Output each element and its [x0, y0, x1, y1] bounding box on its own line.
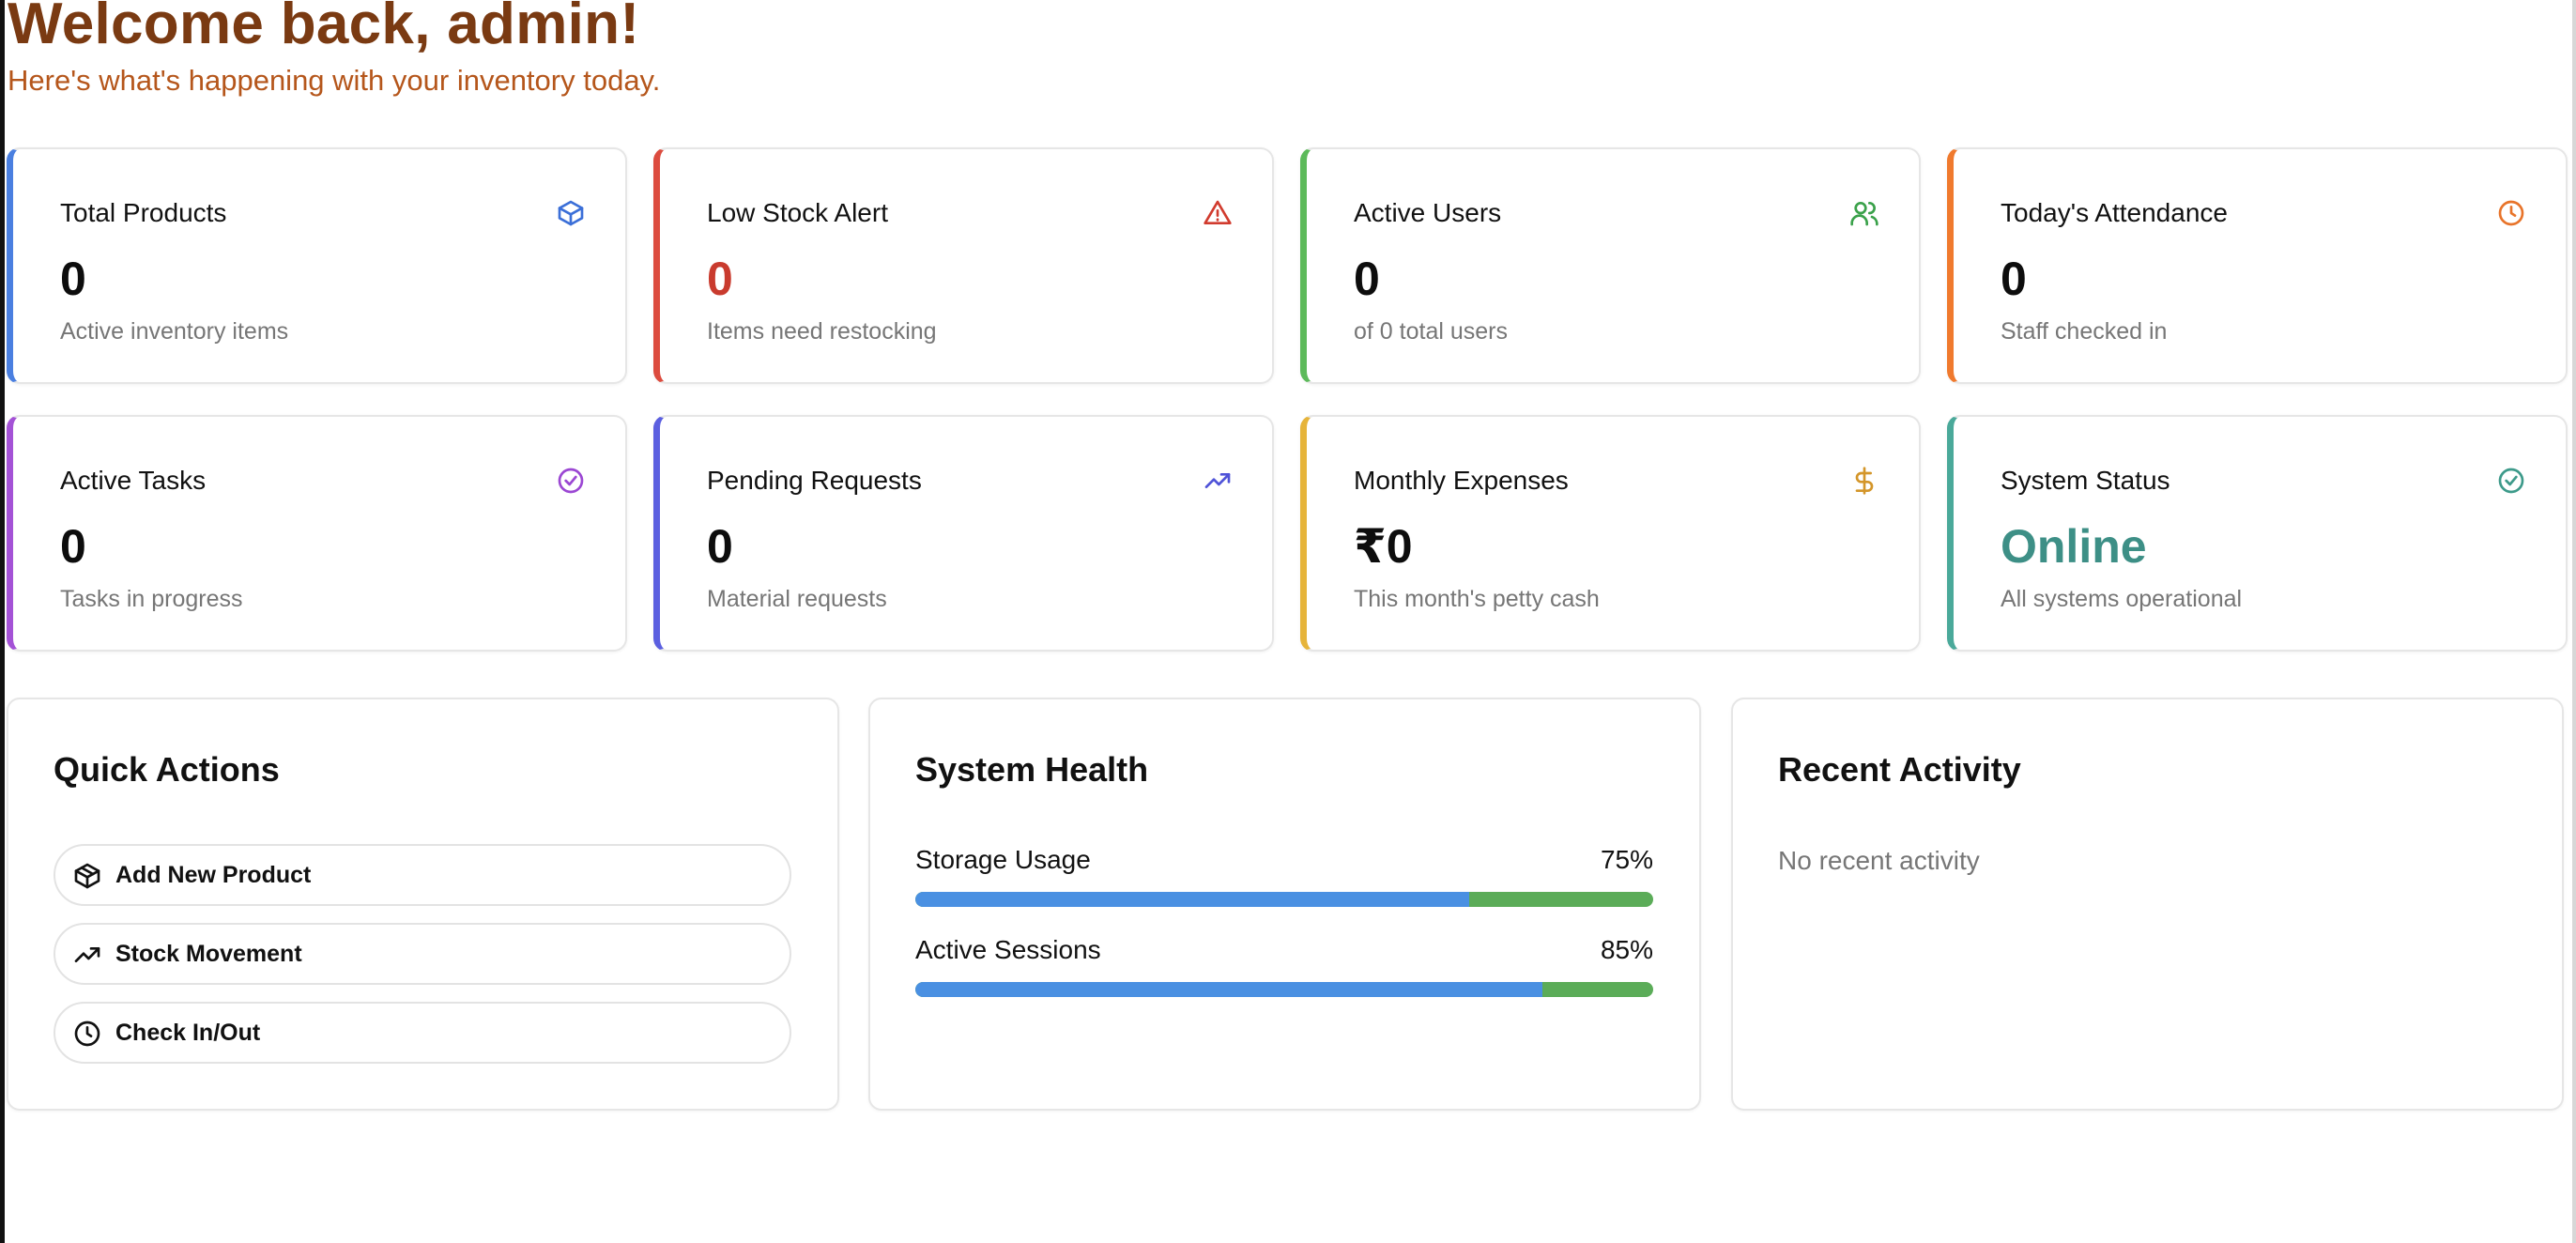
stat-card-total-products: Total Products 0 Active inventory items	[7, 147, 627, 384]
progress-fill	[915, 892, 1469, 907]
stat-description: All systems operational	[2001, 586, 2243, 612]
scrollbar[interactable]	[2572, 0, 2576, 1243]
stat-label: Total Products	[60, 198, 227, 227]
stat-label: Low Stock Alert	[707, 198, 888, 227]
stat-card-active-users: Active Users 0 of 0 total users	[1300, 147, 1921, 384]
page-title: Welcome back, admin!	[8, 0, 640, 56]
stat-card-system-status: System Status Online All systems operati…	[1947, 415, 2568, 652]
dashboard-page: Welcome back, admin! Here's what's happe…	[0, 0, 2576, 1243]
trending-up-icon	[72, 940, 102, 970]
progress-bar	[915, 982, 1653, 997]
stat-value: 0	[707, 520, 733, 573]
metric-label: Storage Usage	[915, 845, 1091, 874]
quick-actions-panel: Quick Actions Add New Product Stock Move…	[7, 698, 839, 1111]
stat-value: 0	[60, 520, 86, 573]
stat-label: Today's Attendance	[2001, 198, 2228, 227]
progress-fill	[915, 982, 1543, 997]
active-sessions-metric: Active Sessions 85%	[915, 935, 1653, 1001]
panel-title: System Health	[915, 750, 1149, 789]
system-health-panel: System Health Storage Usage 75% Active S…	[868, 698, 1701, 1111]
box-icon	[72, 861, 102, 891]
stat-card-monthly-expenses: Monthly Expenses ₹0 This month's petty c…	[1300, 415, 1921, 652]
stat-value: 0	[707, 253, 733, 305]
stat-label: Monthly Expenses	[1354, 466, 1569, 495]
progress-bar	[915, 892, 1653, 907]
add-new-product-button[interactable]: Add New Product	[54, 844, 791, 906]
stat-label: System Status	[2001, 466, 2170, 495]
stat-description: Material requests	[707, 586, 887, 612]
stat-description: of 0 total users	[1354, 318, 1508, 345]
stat-card-low-stock: Low Stock Alert 0 Items need restocking	[653, 147, 1274, 384]
storage-usage-metric: Storage Usage 75%	[915, 845, 1653, 911]
users-icon	[1849, 198, 1879, 228]
recent-activity-panel: Recent Activity No recent activity	[1731, 698, 2564, 1111]
stat-card-pending-requests: Pending Requests 0 Material requests	[653, 415, 1274, 652]
trending-up-icon	[1203, 466, 1233, 496]
check-circle-icon	[556, 466, 586, 496]
stat-value: Online	[2001, 520, 2147, 573]
check-in-out-button[interactable]: Check In/Out	[54, 1002, 791, 1064]
metric-percent: 75%	[1600, 845, 1653, 874]
empty-state-text: No recent activity	[1778, 846, 1980, 875]
button-label: Stock Movement	[115, 941, 302, 967]
stock-movement-button[interactable]: Stock Movement	[54, 923, 791, 985]
stat-label: Active Users	[1354, 198, 1502, 227]
metric-label: Active Sessions	[915, 935, 1101, 964]
dollar-icon	[1849, 466, 1879, 496]
button-label: Check In/Out	[115, 1020, 261, 1046]
panel-title: Quick Actions	[54, 750, 280, 789]
stat-description: Tasks in progress	[60, 586, 243, 612]
stat-card-active-tasks: Active Tasks 0 Tasks in progress	[7, 415, 627, 652]
alert-triangle-icon	[1203, 198, 1233, 228]
stat-description: This month's petty cash	[1354, 586, 1600, 612]
metric-percent: 85%	[1600, 935, 1653, 964]
stat-label: Active Tasks	[60, 466, 207, 495]
clock-icon	[2496, 198, 2526, 228]
stat-value: ₹0	[1354, 520, 1413, 573]
check-circle-icon	[2496, 466, 2526, 496]
stat-description: Active inventory items	[60, 318, 289, 345]
stat-description: Items need restocking	[707, 318, 937, 345]
clock-icon	[72, 1019, 102, 1049]
stat-value: 0	[60, 253, 86, 305]
stat-value: 0	[2001, 253, 2027, 305]
box-icon	[556, 198, 586, 228]
stat-card-attendance: Today's Attendance 0 Staff checked in	[1947, 147, 2568, 384]
stat-label: Pending Requests	[707, 466, 922, 495]
page-subtitle: Here's what's happening with your invent…	[8, 64, 661, 97]
button-label: Add New Product	[115, 862, 312, 888]
stat-description: Staff checked in	[2001, 318, 2168, 345]
stat-value: 0	[1354, 253, 1380, 305]
panel-title: Recent Activity	[1778, 750, 2021, 789]
